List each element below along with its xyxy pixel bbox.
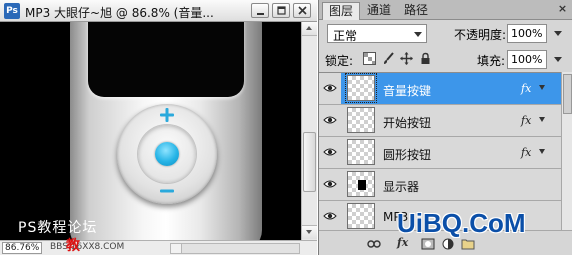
lock-all-icon[interactable]	[419, 52, 432, 65]
fill-slider-toggle-icon[interactable]	[554, 57, 562, 62]
photoshop-app-icon: Ps	[4, 3, 20, 19]
arrow-up-icon	[306, 26, 312, 30]
layer-main[interactable]: 显示器	[341, 169, 561, 200]
lock-label: 锁定:	[325, 54, 354, 68]
layer-thumbnail	[345, 73, 377, 103]
layer-thumbnail	[347, 203, 375, 229]
layer-effects-icon[interactable]: fx	[521, 114, 531, 127]
blend-mode-select[interactable]: 正常	[327, 24, 427, 43]
layer-name: 显示器	[383, 180, 420, 194]
visibility-eye-icon[interactable]	[323, 210, 337, 222]
expand-effects-icon[interactable]	[539, 149, 545, 154]
opacity-label: 不透明度:	[454, 28, 507, 42]
visibility-eye-icon[interactable]	[323, 178, 337, 190]
visibility-eye-icon[interactable]	[323, 114, 337, 126]
mp3-device-body	[70, 22, 262, 240]
layer-row[interactable]: 圆形按钮 fx	[319, 137, 561, 169]
close-icon	[298, 6, 307, 15]
layer-row[interactable]: 显示器	[319, 169, 561, 201]
tab-paths[interactable]: 路径	[398, 2, 434, 20]
tab-channels[interactable]: 通道	[361, 2, 397, 20]
scroll-down-button[interactable]	[302, 225, 317, 239]
document-title-bar[interactable]: Ps MP3 大眼仔~旭 @ 86.8% (音量...	[0, 0, 317, 22]
add-mask-icon[interactable]	[421, 238, 435, 250]
layers-scrollbar[interactable]	[561, 72, 572, 230]
thumbnail-shape	[358, 180, 366, 190]
layer-effects-icon[interactable]: fx	[521, 82, 531, 95]
horizontal-scrollbar[interactable]	[170, 243, 300, 254]
visibility-eye-icon[interactable]	[323, 82, 337, 94]
site-brand-watermark: UiBQ.CoM	[397, 208, 526, 238]
document-title: MP3 大眼仔~旭 @ 86.8% (音量...	[25, 6, 214, 20]
layer-row[interactable]: 开始按钮 fx	[319, 105, 561, 137]
layer-effects-icon[interactable]: fx	[521, 146, 531, 159]
status-watermark-url: BBS.16XX8.COM	[50, 242, 125, 252]
adjustment-layer-icon[interactable]	[441, 238, 455, 250]
center-play-button	[155, 142, 179, 166]
fill-label: 填充:	[477, 54, 506, 68]
forum-watermark: PS教程论坛	[18, 220, 98, 236]
layer-thumbnail	[347, 107, 375, 133]
scroll-thumb[interactable]	[303, 132, 316, 192]
tab-layers[interactable]: 图层	[322, 2, 361, 20]
expand-effects-icon[interactable]	[539, 85, 545, 90]
lock-pixels-brush-icon[interactable]	[382, 52, 395, 65]
scroll-up-button[interactable]	[302, 22, 317, 36]
layer-main[interactable]: 开始按钮 fx	[341, 105, 561, 136]
layer-main[interactable]: 音量按键 fx	[341, 73, 561, 104]
minimize-icon	[257, 13, 264, 15]
layers-scroll-thumb[interactable]	[563, 74, 572, 114]
layer-name: 圆形按钮	[383, 148, 432, 162]
panel-tab-bar: 图层 通道 路径 ×	[319, 0, 572, 20]
document-status-bar: 86.76% BBS.16XX8.COM 教	[0, 238, 317, 255]
lock-position-move-icon[interactable]	[400, 52, 413, 65]
chevron-down-icon	[414, 32, 422, 37]
maximize-button[interactable]	[272, 3, 290, 18]
volume-minus-icon	[160, 189, 174, 193]
layer-main[interactable]: 圆形按钮 fx	[341, 137, 561, 168]
scroll-left-button[interactable]	[171, 244, 182, 253]
opacity-slider-toggle-icon[interactable]	[554, 31, 562, 36]
image-canvas[interactable]: PS教程论坛	[0, 22, 301, 240]
layer-thumbnail	[347, 139, 375, 165]
expand-effects-icon[interactable]	[539, 117, 545, 122]
mp3-screen	[88, 22, 244, 97]
visibility-eye-icon[interactable]	[323, 146, 337, 158]
document-window: Ps MP3 大眼仔~旭 @ 86.8% (音量... PS教程论坛 86.76…	[0, 0, 317, 255]
layers-list: 音量按键 fx 开始按钮 fx 圆形按钮 fx 显示器 MP3	[319, 72, 561, 230]
volume-plus-icon	[160, 108, 174, 122]
layer-row[interactable]: 音量按键 fx	[319, 73, 561, 105]
arrow-down-icon	[306, 230, 312, 234]
zoom-field[interactable]: 86.76%	[2, 242, 42, 254]
status-red-mark: 教	[66, 238, 80, 254]
vertical-scrollbar[interactable]	[301, 22, 317, 240]
new-group-folder-icon[interactable]	[461, 238, 475, 250]
layer-name: 开始按钮	[383, 116, 432, 130]
maximize-icon	[277, 6, 286, 15]
panel-close-icon[interactable]: ×	[556, 3, 569, 16]
layer-name: 音量按键	[383, 84, 432, 98]
layer-thumbnail	[347, 171, 375, 197]
opacity-input[interactable]: 100%	[507, 24, 547, 43]
fill-input[interactable]: 100%	[507, 50, 547, 69]
lock-transparency-icon[interactable]	[363, 52, 376, 65]
blend-mode-value: 正常	[333, 29, 358, 43]
close-window-button[interactable]	[293, 3, 311, 18]
minimize-button[interactable]	[251, 3, 269, 18]
link-layers-icon[interactable]	[367, 238, 381, 250]
